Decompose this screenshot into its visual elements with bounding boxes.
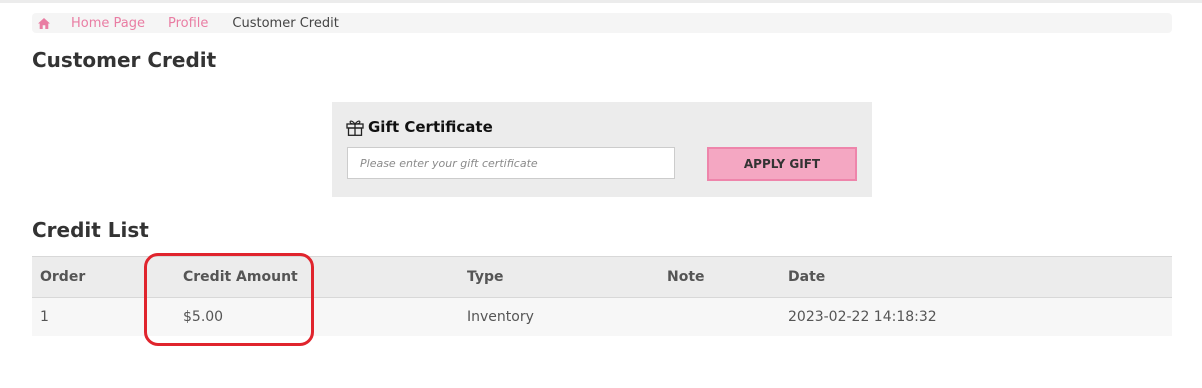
gift-certificate-panel: Gift Certificate APPLY GIFT xyxy=(332,102,872,197)
column-header-date: Date xyxy=(780,256,1172,298)
page-title: Customer Credit xyxy=(32,48,217,72)
top-divider xyxy=(0,0,1202,3)
gift-icon xyxy=(346,119,364,136)
gift-certificate-input[interactable] xyxy=(347,147,675,179)
cell-date: 2023-02-22 14:18:32 xyxy=(788,308,937,325)
home-icon xyxy=(38,17,50,29)
breadcrumb-home-page[interactable]: Home Page xyxy=(71,16,145,31)
gift-certificate-title: Gift Certificate xyxy=(368,118,493,136)
credit-table: Order Credit Amount Type Note Date 1 $5.… xyxy=(32,256,1172,336)
column-header-note: Note xyxy=(659,256,780,298)
cell-order: 1 xyxy=(40,308,49,325)
table-header-row: Order Credit Amount Type Note Date xyxy=(32,256,1172,298)
credit-list-title: Credit List xyxy=(32,218,149,242)
cell-credit-amount: $5.00 xyxy=(183,308,224,325)
column-header-credit-amount: Credit Amount xyxy=(175,256,459,298)
table-row: 1 $5.00 Inventory 2023-02-22 14:18:32 xyxy=(32,297,1172,336)
breadcrumb-profile[interactable]: Profile xyxy=(168,16,208,31)
column-header-order: Order xyxy=(32,256,175,298)
gift-certificate-heading: Gift Certificate xyxy=(346,118,493,136)
cell-note xyxy=(659,298,780,336)
breadcrumb: Home Page Profile Customer Credit xyxy=(32,13,1172,33)
apply-gift-button[interactable]: APPLY GIFT xyxy=(707,147,857,181)
breadcrumb-home[interactable] xyxy=(34,17,54,29)
cell-type: Inventory xyxy=(467,308,534,325)
column-header-type: Type xyxy=(459,256,659,298)
breadcrumb-current: Customer Credit xyxy=(232,15,339,31)
